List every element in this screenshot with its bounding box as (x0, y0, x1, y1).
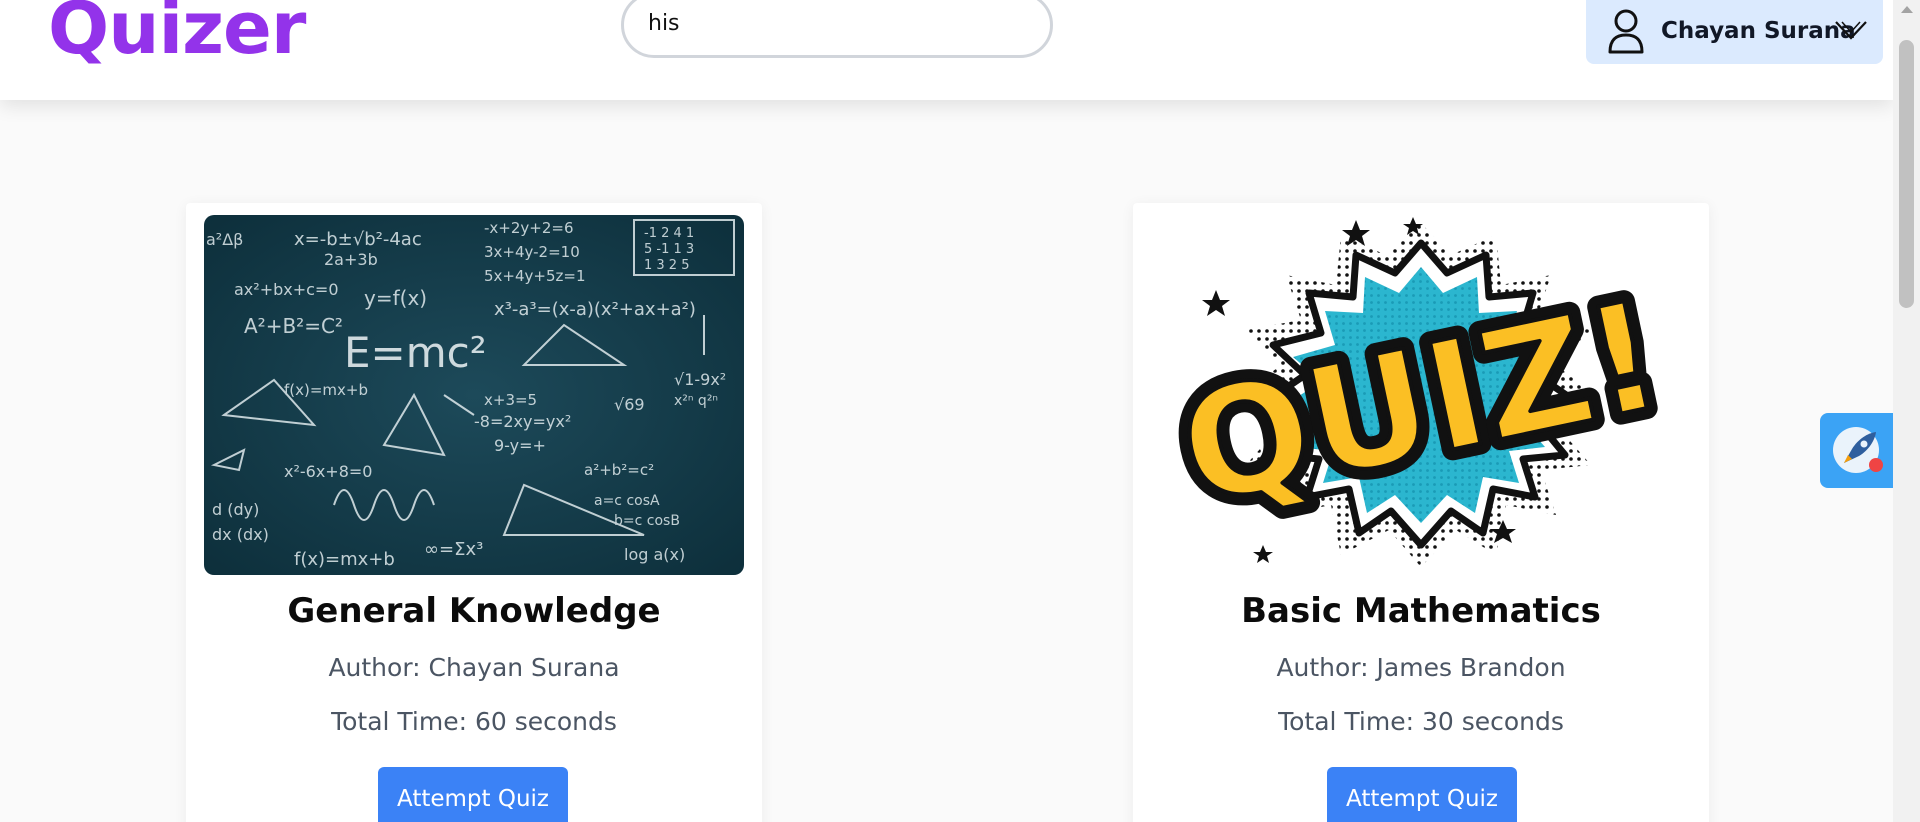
svg-text:f(x)=mx+b: f(x)=mx+b (294, 549, 395, 570)
svg-text:E=mc²: E=mc² (344, 328, 487, 377)
svg-text:dx (dx): dx (dx) (212, 525, 269, 544)
chevron-down-icon[interactable] (1834, 18, 1868, 48)
search-box[interactable] (621, 0, 1053, 58)
quiz-author: Author: Chayan Surana (328, 653, 620, 682)
svg-text:x²ⁿ q²ⁿ: x²ⁿ q²ⁿ (674, 393, 718, 409)
svg-text:log a(x): log a(x) (624, 545, 685, 564)
svg-text:y=f(x): y=f(x) (364, 286, 427, 310)
svg-text:1 3 2 5: 1 3 2 5 (644, 258, 689, 273)
chalkboard-equations-image: E=mc² x=-b±√b²-4ac 2a+3b a²Δβ ax²+bx+c=0… (204, 215, 744, 575)
svg-text:d (dy): d (dy) (212, 500, 259, 519)
svg-text:x=-b±√b²-4ac: x=-b±√b²-4ac (294, 229, 422, 250)
scrollbar-thumb[interactable] (1899, 40, 1914, 308)
rocket-icon (1820, 427, 1893, 492)
svg-text:x³-a³=(x-a)(x²+ax+a²): x³-a³=(x-a)(x²+ax+a²) (494, 299, 696, 320)
svg-text:x²-6x+8=0: x²-6x+8=0 (284, 462, 372, 481)
user-name: Chayan Surana (1661, 18, 1856, 44)
svg-text:-8=2xy=yx²: -8=2xy=yx² (474, 412, 571, 431)
svg-text:3x+4y-2=10: 3x+4y-2=10 (484, 243, 580, 261)
svg-text:a=c cosA: a=c cosA (594, 493, 660, 509)
vertical-scrollbar[interactable] (1893, 0, 1920, 822)
svg-text:a²Δβ: a²Δβ (206, 230, 243, 249)
svg-text:x+3=5: x+3=5 (484, 391, 537, 409)
quiz-card: QUIZ! QUIZ! Basic Mathematics Author: Ja… (1133, 203, 1709, 822)
svg-text:√69: √69 (614, 395, 645, 414)
svg-text:√1-9x²: √1-9x² (674, 370, 726, 389)
app-logo[interactable]: Quizer (48, 0, 306, 76)
svg-text:A²+B²=C²: A²+B²=C² (244, 314, 343, 338)
quiz-title: Basic Mathematics (1241, 591, 1601, 631)
search-input[interactable] (648, 3, 1028, 43)
quiz-author: Author: James Brandon (1276, 653, 1566, 682)
scroll-up-arrow-icon[interactable] (1901, 6, 1913, 13)
user-menu[interactable]: Chayan Surana (1586, 0, 1883, 64)
quiz-title: General Knowledge (287, 591, 661, 631)
svg-text:∞=Σx³: ∞=Σx³ (424, 539, 483, 560)
floating-extension-button[interactable] (1820, 413, 1893, 488)
user-icon (1606, 8, 1646, 58)
svg-text:f(x)=mx+b: f(x)=mx+b (284, 381, 368, 399)
svg-text:a²+b²=c²: a²+b²=c² (584, 461, 654, 479)
svg-text:5x+4y+5z=1: 5x+4y+5z=1 (484, 267, 586, 285)
svg-text:-x+2y+2=6: -x+2y+2=6 (484, 219, 574, 237)
quiz-card: E=mc² x=-b±√b²-4ac 2a+3b a²Δβ ax²+bx+c=0… (186, 203, 762, 822)
svg-text:2a+3b: 2a+3b (324, 250, 378, 269)
svg-text:ax²+bx+c=0: ax²+bx+c=0 (234, 280, 339, 299)
svg-text:9-y=+: 9-y=+ (494, 436, 546, 455)
svg-text:-1 2 4 1: -1 2 4 1 (644, 226, 694, 241)
svg-text:5 -1 1 3: 5 -1 1 3 (644, 242, 694, 257)
quiz-comic-burst-image: QUIZ! QUIZ! (1151, 215, 1691, 575)
attempt-quiz-button[interactable]: Attempt Quiz (378, 767, 568, 822)
quiz-time: Total Time: 30 seconds (1278, 707, 1564, 736)
quiz-time: Total Time: 60 seconds (331, 707, 617, 736)
attempt-quiz-button[interactable]: Attempt Quiz (1327, 767, 1517, 822)
top-navbar: Quizer Chayan Surana (0, 0, 1893, 100)
